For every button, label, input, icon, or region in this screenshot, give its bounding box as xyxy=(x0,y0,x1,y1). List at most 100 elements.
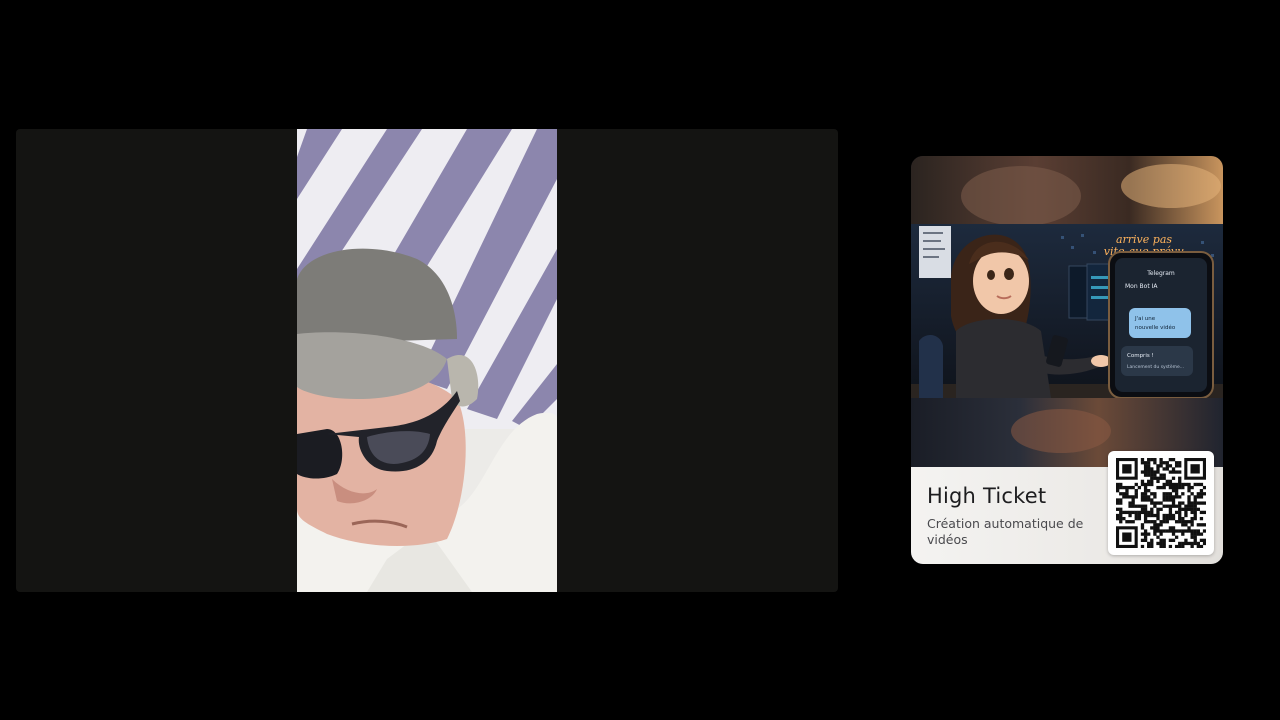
qr-module xyxy=(1116,498,1120,502)
qr-module xyxy=(1128,485,1132,490)
promo-title: High Ticket xyxy=(927,484,1047,508)
qr-module xyxy=(1178,513,1182,518)
qr-module xyxy=(1171,516,1176,521)
qr-module xyxy=(1174,510,1179,515)
qr-module xyxy=(1116,516,1120,521)
qr-module xyxy=(1178,485,1182,490)
qr-module xyxy=(1140,492,1145,496)
qr-module xyxy=(1159,523,1163,527)
qr-module xyxy=(1156,470,1160,474)
qr-module xyxy=(1131,485,1135,490)
qr-module xyxy=(1196,523,1200,527)
qr-module xyxy=(1134,510,1138,515)
qr-module xyxy=(1199,495,1204,499)
qr-module xyxy=(1156,535,1160,539)
qr-module xyxy=(1122,495,1126,499)
qr-module xyxy=(1174,504,1179,508)
qr-module xyxy=(1159,532,1163,536)
phone-bubble-3: Lancement du système... xyxy=(1127,363,1184,370)
qr-module xyxy=(1174,489,1179,493)
qr-module xyxy=(1187,504,1191,508)
qr-module xyxy=(1162,495,1166,499)
phone-bubble-1-a: J'ai une xyxy=(1134,316,1156,322)
qr-module xyxy=(1119,513,1123,518)
qr-module xyxy=(1174,464,1179,468)
qr-module xyxy=(1178,544,1182,548)
qr-module xyxy=(1150,476,1154,480)
qr-module xyxy=(1156,510,1160,515)
qr-module xyxy=(1119,510,1123,515)
qr-module xyxy=(1193,507,1197,511)
qr-module xyxy=(1125,510,1129,515)
qr-module xyxy=(1162,485,1166,490)
qr-module xyxy=(1143,489,1148,493)
qr-module xyxy=(1162,467,1166,471)
qr-module xyxy=(1137,504,1142,508)
qr-module xyxy=(1171,482,1176,487)
qr-module xyxy=(1153,526,1157,530)
qr-module xyxy=(1150,479,1154,484)
qr-module xyxy=(1199,532,1204,536)
qr-module xyxy=(1143,538,1148,542)
qr-module xyxy=(1153,523,1157,527)
qr-module xyxy=(1162,504,1166,508)
qr-module xyxy=(1171,501,1176,505)
qr-module xyxy=(1143,529,1148,533)
qr-module xyxy=(1193,535,1197,539)
qr-module xyxy=(1162,482,1166,487)
qr-module xyxy=(1159,485,1163,490)
qr-module xyxy=(1165,479,1169,484)
qr-module xyxy=(1202,501,1206,505)
qr-module xyxy=(1168,529,1173,533)
qr-module xyxy=(1156,529,1160,533)
qr-module xyxy=(1184,541,1188,546)
qr-module xyxy=(1171,498,1176,502)
qr-module xyxy=(1193,482,1197,487)
qr-code[interactable] xyxy=(1108,451,1214,555)
qr-module xyxy=(1168,504,1173,508)
qr-module xyxy=(1168,470,1173,474)
qr-module xyxy=(1159,520,1163,524)
qr-module xyxy=(1162,541,1166,546)
qr-module xyxy=(1143,492,1148,496)
qr-module xyxy=(1143,504,1148,508)
qr-module xyxy=(1159,501,1163,505)
qr-module xyxy=(1122,516,1126,521)
qr-module xyxy=(1168,495,1173,499)
qr-module xyxy=(1184,538,1188,542)
qr-module xyxy=(1162,520,1166,524)
qr-module xyxy=(1125,489,1129,493)
qr-module xyxy=(1178,504,1182,508)
qr-module xyxy=(1171,495,1176,499)
qr-module xyxy=(1125,485,1129,490)
qr-module xyxy=(1165,464,1169,468)
qr-module xyxy=(1196,501,1200,505)
qr-module xyxy=(1140,504,1145,508)
qr-module xyxy=(1128,501,1132,505)
qr-module xyxy=(1150,513,1154,518)
qr-module xyxy=(1165,529,1169,533)
qr-module xyxy=(1119,492,1123,496)
participant-video xyxy=(297,129,557,592)
qr-module xyxy=(1122,492,1126,496)
promo-card[interactable]: arrive pas vite que prévu xyxy=(911,156,1223,564)
qr-module xyxy=(1190,520,1194,524)
qr-module xyxy=(1171,513,1176,518)
qr-module xyxy=(1153,529,1157,533)
qr-module xyxy=(1156,476,1160,480)
qr-module xyxy=(1168,507,1173,511)
qr-module xyxy=(1156,541,1160,546)
qr-module xyxy=(1199,544,1204,548)
qr-module xyxy=(1184,504,1188,508)
qr-module xyxy=(1190,504,1194,508)
qr-module xyxy=(1119,482,1123,487)
phone-app-title: Telegram xyxy=(1146,270,1175,277)
qr-module xyxy=(1187,507,1191,511)
qr-module xyxy=(1147,467,1151,471)
qr-module xyxy=(1143,495,1148,499)
qr-module xyxy=(1178,541,1182,546)
phone-bubble-2: Compris ! xyxy=(1127,353,1154,359)
qr-module xyxy=(1196,529,1200,533)
qr-module xyxy=(1137,516,1142,521)
qr-module xyxy=(1190,516,1194,521)
